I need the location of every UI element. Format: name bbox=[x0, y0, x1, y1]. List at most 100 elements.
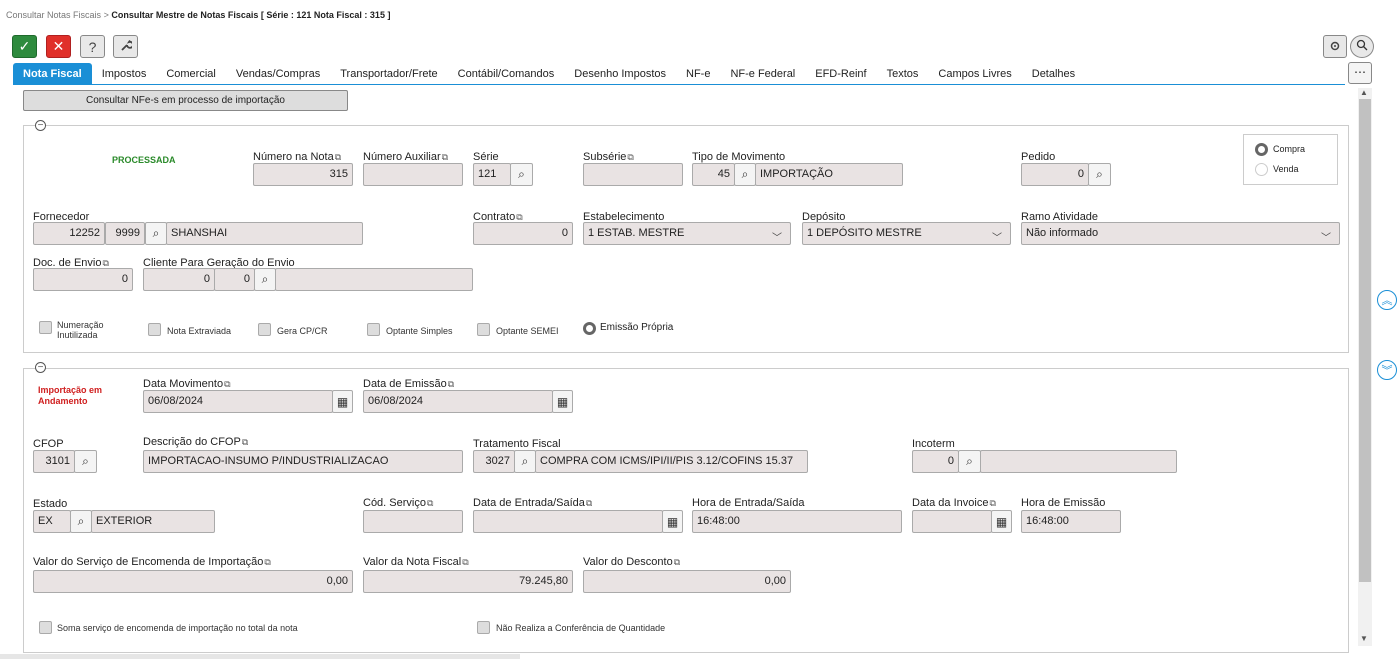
valor-nota-field[interactable]: 79.245,80 bbox=[363, 570, 573, 593]
nao-conferencia-checkbox[interactable] bbox=[477, 621, 490, 634]
copy-icon[interactable]: ⧉ bbox=[224, 379, 230, 390]
collapse-icon[interactable]: − bbox=[35, 120, 46, 131]
copy-icon[interactable]: ⧉ bbox=[674, 557, 680, 568]
cfop-field[interactable]: 3101 bbox=[33, 450, 75, 473]
gera-cp-cr-checkbox[interactable] bbox=[258, 323, 271, 336]
tab-comercial[interactable]: Comercial bbox=[156, 63, 226, 85]
copy-icon[interactable]: ⧉ bbox=[427, 498, 433, 509]
hora-entrada-field[interactable]: 16:48:00 bbox=[692, 510, 902, 533]
scroll-down-arrow[interactable]: ▼ bbox=[1360, 634, 1368, 643]
fornecedor-code2[interactable]: 9999 bbox=[105, 222, 145, 245]
tipo-movimento-search-button[interactable]: ⌕ bbox=[734, 163, 756, 186]
copy-icon[interactable]: ⧉ bbox=[448, 379, 454, 390]
cliente-envio-field-2[interactable]: 0 bbox=[214, 268, 255, 291]
copy-icon[interactable]: ⧉ bbox=[335, 152, 341, 163]
cliente-envio-field-1[interactable]: 0 bbox=[143, 268, 215, 291]
copy-icon[interactable]: ⧉ bbox=[586, 498, 592, 509]
fornecedor-search-button[interactable]: ⌕ bbox=[145, 222, 167, 245]
optante-simples-checkbox[interactable] bbox=[367, 323, 380, 336]
serie-field[interactable]: 121 bbox=[473, 163, 511, 186]
cfop-search-button[interactable]: ⌕ bbox=[74, 450, 97, 473]
data-movimento-field[interactable]: 06/08/2024 bbox=[143, 390, 333, 413]
tipo-movimento-code[interactable]: 45 bbox=[692, 163, 735, 186]
consultar-nfes-button[interactable]: Consultar NFe-s em processo de importaçã… bbox=[23, 90, 348, 111]
soma-servico-checkbox[interactable] bbox=[39, 621, 52, 634]
cod-servico-label: Cód. Serviço⧉ bbox=[363, 497, 434, 509]
fornecedor-code[interactable]: 12252 bbox=[33, 222, 105, 245]
tab-nfe-federal[interactable]: NF-e Federal bbox=[720, 63, 805, 85]
tab-campos-livres[interactable]: Campos Livres bbox=[928, 63, 1021, 85]
ramo-atividade-select[interactable]: Não informado ﹀ bbox=[1021, 222, 1340, 245]
data-emissao-calendar-button[interactable]: ▦ bbox=[552, 390, 573, 413]
copy-icon[interactable]: ⧉ bbox=[627, 152, 633, 163]
incoterm-search-button[interactable]: ⌕ bbox=[958, 450, 981, 473]
tab-desenho-impostos[interactable]: Desenho Impostos bbox=[564, 63, 676, 85]
tratamento-fiscal-search-button[interactable]: ⌕ bbox=[514, 450, 536, 473]
copy-icon[interactable]: ⧉ bbox=[462, 557, 468, 568]
nao-conferencia-label: Não Realiza a Conferência de Quantidade bbox=[496, 623, 666, 633]
copy-icon[interactable]: ⧉ bbox=[989, 498, 995, 509]
incoterm-code[interactable]: 0 bbox=[912, 450, 959, 473]
serie-search-button[interactable]: ⌕ bbox=[510, 163, 533, 186]
data-emissao-field[interactable]: 06/08/2024 bbox=[363, 390, 553, 413]
tab-contabil-comandos[interactable]: Contábil/Comandos bbox=[448, 63, 565, 85]
scroll-bottom-button[interactable]: ︾ bbox=[1377, 360, 1397, 380]
scroll-top-button[interactable]: ︽ bbox=[1377, 290, 1397, 310]
help-button[interactable]: ? bbox=[80, 35, 105, 58]
valor-servico-field[interactable]: 0,00 bbox=[33, 570, 353, 593]
valor-desconto-field[interactable]: 0,00 bbox=[583, 570, 791, 593]
tab-nfe[interactable]: NF-e bbox=[676, 63, 720, 85]
tools-button[interactable] bbox=[113, 35, 138, 58]
data-invoice-field[interactable] bbox=[912, 510, 992, 533]
tab-vendas-compras[interactable]: Vendas/Compras bbox=[226, 63, 330, 85]
cliente-envio-search-button[interactable]: ⌕ bbox=[254, 268, 276, 291]
tratamento-fiscal-desc: COMPRA COM ICMS/IPI/II/PIS 3.12/COFINS 1… bbox=[535, 450, 808, 473]
settings-button[interactable] bbox=[1323, 35, 1347, 58]
doc-envio-field[interactable]: 0 bbox=[33, 268, 133, 291]
data-invoice-calendar-button[interactable]: ▦ bbox=[991, 510, 1012, 533]
nota-extraviada-checkbox[interactable] bbox=[148, 323, 161, 336]
tab-efd-reinf[interactable]: EFD-Reinf bbox=[805, 63, 876, 85]
emissao-propria-radio[interactable] bbox=[583, 322, 596, 335]
cod-servico-field[interactable] bbox=[363, 510, 463, 533]
optante-semei-checkbox[interactable] bbox=[477, 323, 490, 336]
copy-icon[interactable]: ⧉ bbox=[442, 152, 448, 163]
cancel-button[interactable]: ✕ bbox=[46, 35, 71, 58]
estado-search-button[interactable]: ⌕ bbox=[70, 510, 92, 533]
contrato-field[interactable]: 0 bbox=[473, 222, 573, 245]
calendar-icon: ▦ bbox=[995, 514, 1008, 529]
gear-icon bbox=[1329, 39, 1341, 55]
tab-impostos[interactable]: Impostos bbox=[92, 63, 157, 85]
radio-venda[interactable] bbox=[1255, 163, 1268, 176]
deposito-select[interactable]: 1 DEPÓSITO MESTRE ﹀ bbox=[802, 222, 1011, 245]
numeracao-inutilizada-checkbox[interactable] bbox=[39, 321, 52, 334]
pedido-field[interactable]: 0 bbox=[1021, 163, 1089, 186]
search-icon: ⌕ bbox=[77, 514, 85, 528]
radio-compra[interactable] bbox=[1255, 143, 1268, 156]
estado-code[interactable]: EX bbox=[33, 510, 71, 533]
scrollbar-thumb[interactable] bbox=[1359, 99, 1371, 582]
numero-auxiliar-field[interactable] bbox=[363, 163, 463, 186]
tratamento-fiscal-code[interactable]: 3027 bbox=[473, 450, 515, 473]
confirm-button[interactable]: ✓ bbox=[12, 35, 37, 58]
tab-nota-fiscal[interactable]: Nota Fiscal bbox=[13, 63, 92, 85]
breadcrumb-parent[interactable]: Consultar Notas Fiscais bbox=[6, 10, 101, 20]
data-movimento-calendar-button[interactable]: ▦ bbox=[332, 390, 353, 413]
pedido-search-button[interactable]: ⌕ bbox=[1088, 163, 1111, 186]
copy-icon[interactable]: ⧉ bbox=[242, 437, 248, 448]
scroll-up-arrow[interactable]: ▲ bbox=[1360, 88, 1368, 97]
search-button[interactable] bbox=[1350, 35, 1374, 58]
tab-transportador-frete[interactable]: Transportador/Frete bbox=[330, 63, 447, 85]
more-options-button[interactable]: ⋯ bbox=[1348, 62, 1372, 84]
horizontal-scrollbar[interactable] bbox=[0, 654, 520, 659]
hora-emissao-field[interactable]: 16:48:00 bbox=[1021, 510, 1121, 533]
copy-icon[interactable]: ⧉ bbox=[264, 557, 270, 568]
numero-nota-field[interactable]: 315 bbox=[253, 163, 353, 186]
estabelecimento-select[interactable]: 1 ESTAB. MESTRE ﹀ bbox=[583, 222, 791, 245]
data-entrada-calendar-button[interactable]: ▦ bbox=[662, 510, 683, 533]
subserie-field[interactable] bbox=[583, 163, 683, 186]
data-entrada-field[interactable] bbox=[473, 510, 663, 533]
tab-textos[interactable]: Textos bbox=[877, 63, 929, 85]
tab-detalhes[interactable]: Detalhes bbox=[1022, 63, 1085, 85]
collapse-icon[interactable]: − bbox=[35, 362, 46, 373]
